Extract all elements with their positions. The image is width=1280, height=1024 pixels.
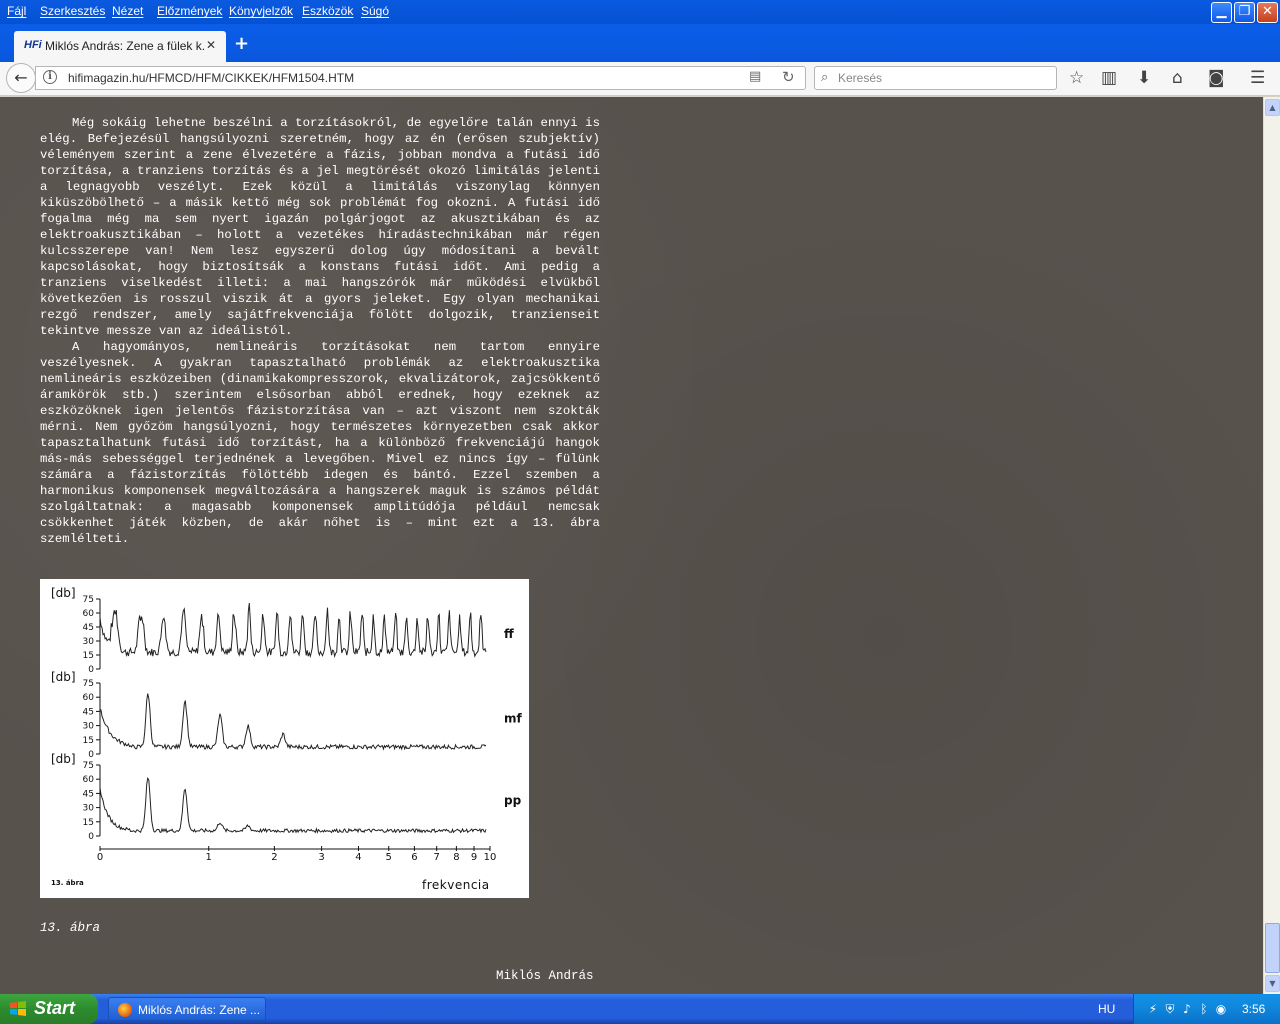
x-tick-label: 0 xyxy=(97,852,103,863)
url-text[interactable]: hifimagazin.hu/HFMCD/HFM/CIKKEK/HFM1504.… xyxy=(68,71,354,85)
tab-title: Miklós András: Zene a fülek k... xyxy=(45,39,205,53)
minimize-button[interactable]: ▁ xyxy=(1211,2,1232,23)
spectrum-figure: [db] 75 60 45 30 15 0 ff [db] 75 60 45 30 15 0 mf [db] 75… xyxy=(40,579,529,898)
x-tick-label: 10 xyxy=(484,852,497,863)
x-tick-label: 9 xyxy=(471,852,477,863)
y-tick-label: 30 xyxy=(83,637,95,647)
y-tick-label: 60 xyxy=(83,775,95,785)
y-tick-label: 15 xyxy=(83,736,94,746)
reader-view-icon[interactable]: ▤ xyxy=(749,69,761,84)
menu-file[interactable]: Fájl xyxy=(7,4,26,18)
y-tick-label: 15 xyxy=(83,818,94,828)
pocket-icon[interactable]: ◙ xyxy=(1208,68,1225,88)
y-tick-label: 45 xyxy=(83,623,94,633)
tab-close-icon[interactable]: ✕ xyxy=(206,38,216,52)
spectrum-trace xyxy=(99,602,487,659)
bookmark-star-icon[interactable]: ☆ xyxy=(1069,68,1084,88)
back-arrow-icon: ← xyxy=(14,68,28,87)
spectrum-trace xyxy=(99,776,487,834)
y-unit-label: [db] xyxy=(51,670,76,684)
menu-bar: Fájl Szerkesztés Nézet Előzmények Könyvj… xyxy=(0,0,1280,24)
y-tick-label: 60 xyxy=(83,609,95,619)
article-paragraph: A hagyományos, nemlineáris torzításokat … xyxy=(40,340,600,546)
start-button[interactable]: Start xyxy=(0,994,98,1024)
search-placeholder: Keresés xyxy=(838,71,883,85)
y-tick-label: 0 xyxy=(88,665,94,675)
scroll-up-arrow-icon[interactable]: ▲ xyxy=(1265,99,1280,116)
x-tick-label: 3 xyxy=(318,852,324,863)
y-unit-label: [db] xyxy=(51,752,76,766)
back-button[interactable]: ← xyxy=(6,63,36,93)
reload-icon[interactable]: ↻ xyxy=(782,68,795,86)
article-author: Miklós András xyxy=(496,969,594,983)
x-tick-label: 8 xyxy=(453,852,459,863)
y-unit-label: [db] xyxy=(51,586,76,600)
spectrum-figure-svg: [db] 75604530150ff[db] 75604530150mf[db] 75… xyxy=(51,586,523,892)
windows-flag-icon xyxy=(10,1001,26,1016)
taskbar-window-title: Miklós András: Zene ... xyxy=(138,1003,261,1017)
panel-label: pp xyxy=(504,794,522,808)
close-window-button[interactable]: ✕ xyxy=(1257,2,1278,23)
y-tick-label: 45 xyxy=(83,707,94,717)
menu-tools[interactable]: Eszközök xyxy=(302,4,353,18)
x-tick-label: 6 xyxy=(411,852,417,863)
menu-help[interactable]: Súgó xyxy=(361,4,389,18)
site-info-icon[interactable]: i xyxy=(43,70,57,84)
vertical-scrollbar[interactable]: ▲ ▼ xyxy=(1263,97,1280,994)
figure-corner-label: 13. ábra xyxy=(51,879,84,887)
y-tick-label: 15 xyxy=(83,651,94,661)
x-tick-label: 1 xyxy=(206,852,212,863)
maximize-button[interactable]: ❐ xyxy=(1234,2,1255,23)
downloads-icon[interactable]: ⬇ xyxy=(1137,68,1151,88)
volume-icon[interactable]: ♪ xyxy=(1180,1002,1194,1016)
start-label: Start xyxy=(34,998,76,1018)
figure-caption: 13. ábra xyxy=(40,921,101,935)
antivirus-shield-icon[interactable]: ⛨ xyxy=(1163,1002,1177,1016)
x-tick-label: 2 xyxy=(271,852,277,863)
site-favicon-icon: HFi xyxy=(24,39,42,51)
language-indicator[interactable]: HU xyxy=(1098,1002,1115,1016)
search-bar[interactable]: ⌕ Keresés xyxy=(814,66,1057,90)
x-axis-label: frekvencia xyxy=(422,878,490,892)
bookmarks-library-icon[interactable]: ▥ xyxy=(1101,68,1117,88)
panel-label: ff xyxy=(504,627,514,641)
menu-history[interactable]: Előzmények xyxy=(157,4,222,18)
bluetooth-icon[interactable]: ᛒ xyxy=(1197,1002,1211,1016)
y-tick-label: 75 xyxy=(83,679,94,689)
y-tick-label: 60 xyxy=(83,693,95,703)
article-body: Még sokáig lehetne beszélni a torzítások… xyxy=(40,115,600,547)
search-icon: ⌕ xyxy=(821,70,829,85)
spectrum-trace xyxy=(99,693,487,751)
url-bar[interactable]: i hifimagazin.hu/HFMCD/HFM/CIKKEK/HFM150… xyxy=(35,66,806,90)
menu-bookmarks[interactable]: Könyvjelzők xyxy=(229,4,293,18)
y-tick-label: 75 xyxy=(83,761,94,771)
panel-label: mf xyxy=(504,712,523,726)
x-tick-label: 4 xyxy=(355,852,361,863)
scrollbar-thumb[interactable] xyxy=(1265,923,1280,973)
clock: 3:56 xyxy=(1242,1002,1266,1016)
page-content: Még sokáig lehetne beszélni a torzítások… xyxy=(0,97,1263,994)
article-paragraph: Még sokáig lehetne beszélni a torzítások… xyxy=(40,116,600,338)
network-icon[interactable]: ⚡ xyxy=(1146,1002,1160,1016)
x-tick-label: 5 xyxy=(386,852,392,863)
new-tab-plus-icon[interactable]: + xyxy=(234,33,249,54)
y-tick-label: 45 xyxy=(83,789,94,799)
home-icon[interactable]: ⌂ xyxy=(1172,68,1183,88)
tab-active[interactable]: HFi Miklós András: Zene a fülek k... ✕ xyxy=(14,31,226,62)
y-tick-label: 30 xyxy=(83,804,95,814)
hamburger-menu-icon[interactable]: ☰ xyxy=(1250,68,1265,88)
y-tick-label: 0 xyxy=(88,750,94,760)
y-tick-label: 0 xyxy=(88,832,94,842)
menu-edit[interactable]: Szerkesztés xyxy=(40,4,105,18)
tray-app-icon[interactable]: ◉ xyxy=(1214,1002,1228,1016)
scroll-down-arrow-icon[interactable]: ▼ xyxy=(1265,975,1280,992)
taskbar-firefox-window[interactable]: Miklós András: Zene ... xyxy=(108,997,266,1021)
y-tick-label: 30 xyxy=(83,722,95,732)
x-tick-label: 7 xyxy=(434,852,440,863)
y-tick-label: 75 xyxy=(83,595,94,605)
firefox-icon xyxy=(118,1003,132,1017)
menu-view[interactable]: Nézet xyxy=(112,4,143,18)
